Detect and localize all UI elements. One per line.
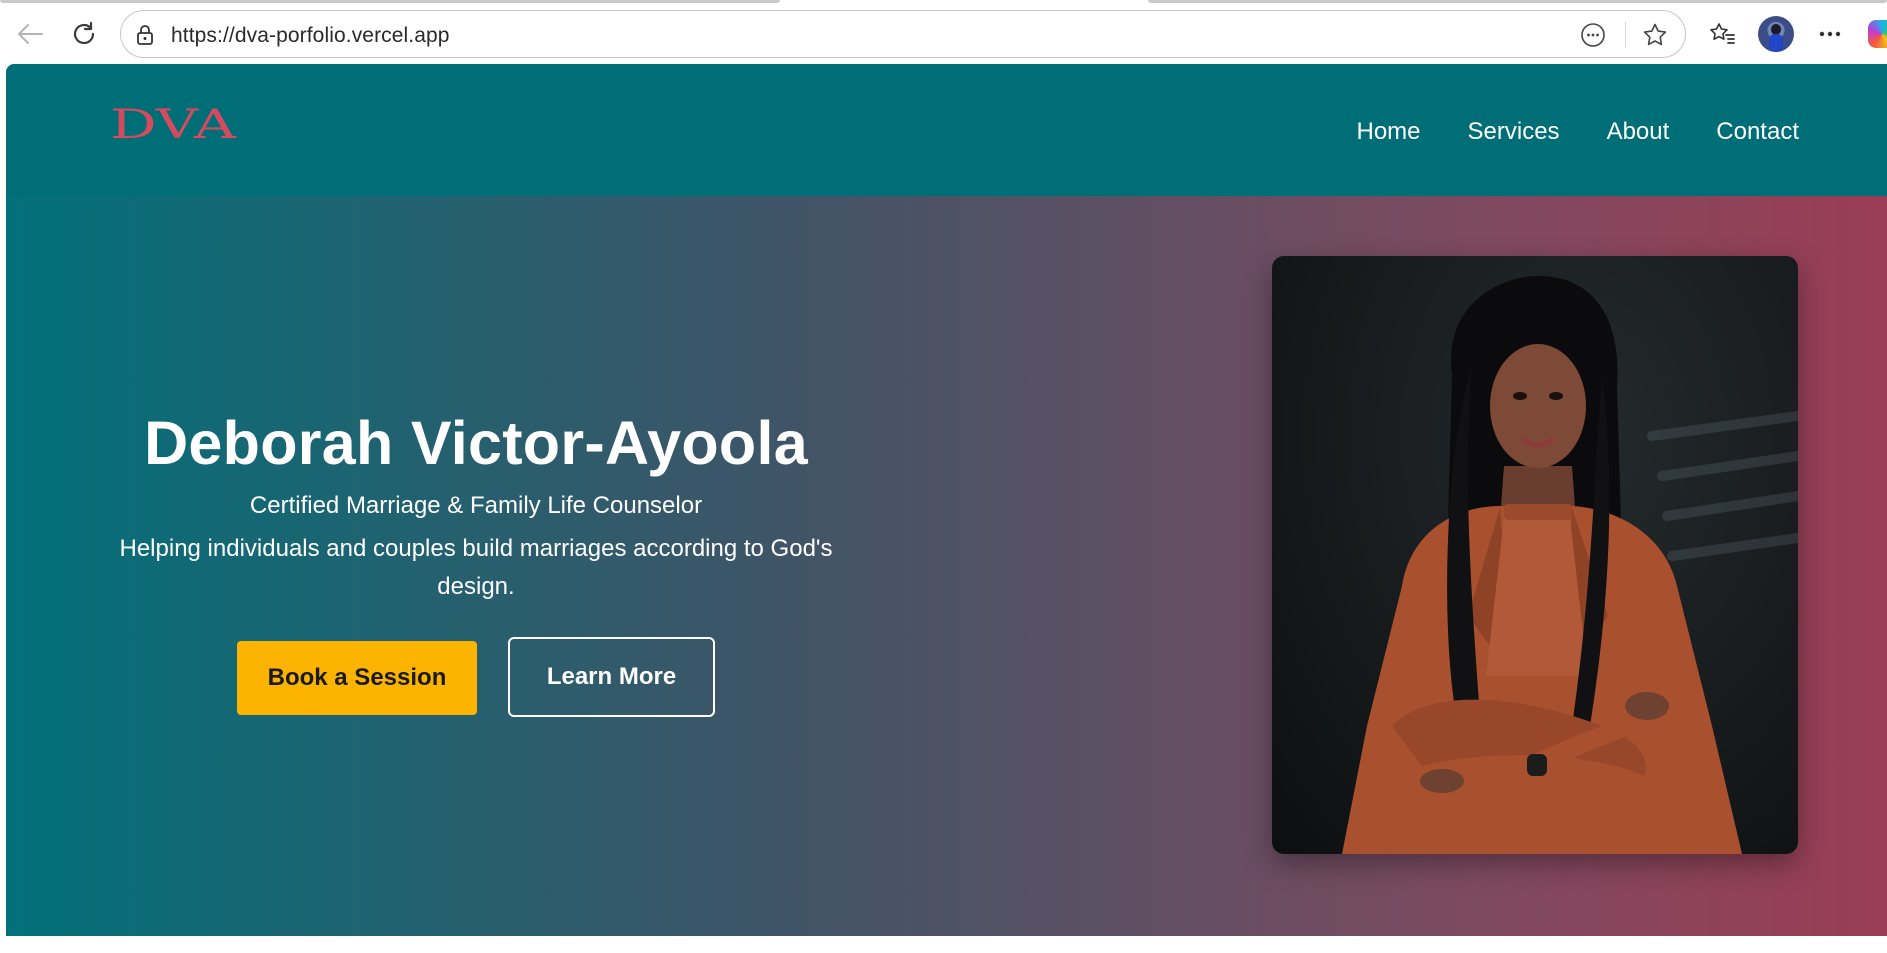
hero-title: Deborah Victor-Ayoola: [144, 409, 808, 477]
favorites-list-icon[interactable]: [1704, 16, 1740, 52]
address-bar[interactable]: https://dva-porfolio.vercel.app: [120, 10, 1686, 58]
avatar-body: [1769, 34, 1783, 52]
portrait-photo: [1272, 256, 1798, 854]
more-options-icon[interactable]: [1812, 16, 1848, 52]
hero-subtitle: Certified Marriage & Family Life Counsel…: [249, 492, 703, 519]
hero-section: Deborah Victor-Ayoola Certified Marriage…: [6, 196, 1887, 936]
favorite-star-icon[interactable]: [1639, 19, 1671, 51]
site-header: DVA Home Services About Contact: [6, 64, 1887, 196]
url-text[interactable]: https://dva-porfolio.vercel.app: [171, 24, 450, 48]
nav-services[interactable]: Services: [1468, 118, 1560, 146]
site-info-lock-icon[interactable]: [133, 23, 157, 47]
reload-icon[interactable]: [66, 16, 102, 52]
nav-contact[interactable]: Contact: [1716, 118, 1799, 146]
learn-more-button[interactable]: Learn More: [508, 637, 715, 717]
nav-about[interactable]: About: [1607, 118, 1670, 146]
tab-strip-edge: [0, 0, 780, 3]
portrait-illustration: [1342, 275, 1798, 854]
back-arrow-icon[interactable]: [12, 18, 48, 50]
browser-toolbar: https://dva-porfolio.vercel.app: [0, 0, 1887, 64]
svg-text:DVA: DVA: [110, 106, 238, 142]
hero-tagline: Helping individuals and couples build ma…: [119, 535, 833, 600]
web-page: DVA Home Services About Contact Deborah …: [6, 64, 1887, 936]
address-bar-divider: [1625, 22, 1626, 48]
copilot-icon[interactable]: [1868, 20, 1887, 48]
site-logo[interactable]: DVA: [110, 102, 240, 148]
tab-strip-edge: [1148, 0, 1887, 3]
page-actions-icon[interactable]: [1578, 20, 1608, 50]
book-session-button[interactable]: Book a Session: [237, 641, 477, 715]
profile-avatar[interactable]: [1758, 16, 1794, 52]
nav-home[interactable]: Home: [1357, 118, 1421, 146]
dva-logo-icon: DVA: [110, 102, 238, 148]
page-bottom-edge: [0, 936, 1887, 953]
main-nav: Home Services About Contact: [1310, 118, 1800, 146]
